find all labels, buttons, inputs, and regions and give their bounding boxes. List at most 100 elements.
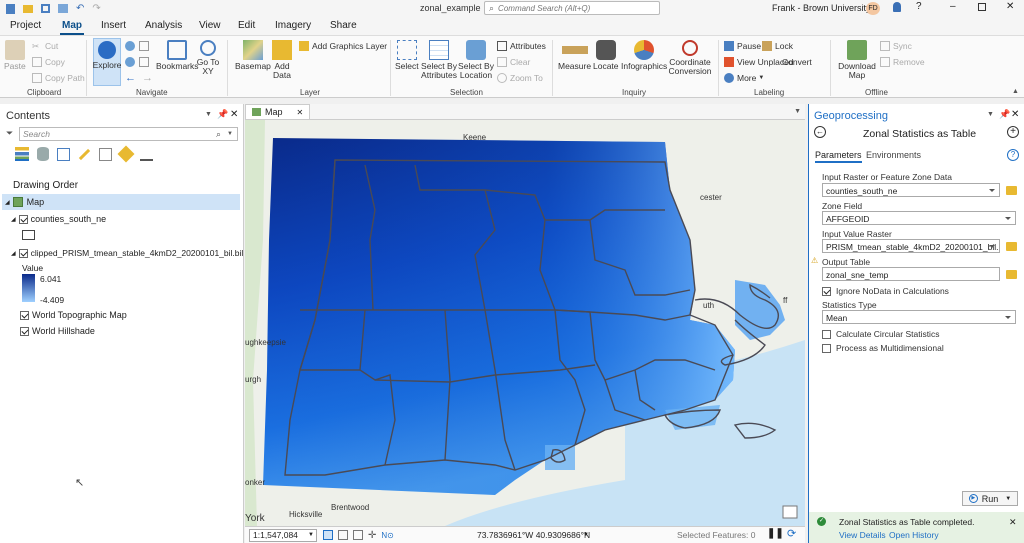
collapse-icon[interactable]: ◢ [5, 199, 10, 206]
ignore-nodata-checkbox[interactable]: Ignore NoData in Calculations [822, 286, 949, 296]
locate-button[interactable]: Locate [593, 40, 619, 71]
collapse-icon[interactable]: ◢ [11, 216, 16, 223]
convert-button[interactable]: Convert [782, 58, 812, 67]
new-project-icon[interactable] [6, 3, 15, 14]
output-table-input[interactable]: zonal_sne_temp [822, 267, 1000, 281]
zoom-out-icon[interactable] [139, 57, 149, 67]
close-icon[interactable]: ✕ [1006, 1, 1014, 12]
explore-button[interactable]: Explore [93, 38, 121, 86]
copy-path-button[interactable]: Copy Path [32, 73, 85, 83]
map-layer-item[interactable]: ◢ Map [2, 194, 240, 210]
charts-view-icon[interactable] [140, 148, 153, 161]
browse-folder-icon[interactable] [1006, 186, 1017, 195]
layer-hillshade[interactable]: World Hillshade [20, 326, 95, 336]
tab-share[interactable]: Share [330, 20, 357, 31]
redo-icon[interactable]: ↷ [92, 3, 100, 14]
map-overlay-widget[interactable] [782, 505, 798, 519]
checkbox-unchecked[interactable] [822, 329, 831, 339]
snapping-icon[interactable] [99, 147, 112, 161]
layer-visibility-checkbox[interactable] [20, 326, 29, 336]
layer-topo[interactable]: World Topographic Map [20, 310, 127, 320]
close-pane-icon[interactable]: ✕ [1011, 109, 1019, 120]
north-arrow-icon[interactable]: N⊙ [381, 531, 393, 540]
command-search[interactable]: ⌕ Command Search (Alt+Q) [484, 1, 660, 15]
tab-analysis[interactable]: Analysis [145, 20, 182, 31]
tab-imagery[interactable]: Imagery [275, 20, 311, 31]
search-options-icon[interactable]: ▼ [227, 131, 233, 137]
cut-button[interactable]: ✂ Cut [32, 41, 58, 51]
undo-icon[interactable]: ↶ [76, 3, 84, 14]
legend-color-ramp[interactable] [22, 274, 35, 302]
contents-search-input[interactable]: Search ⌕ ▼ [19, 127, 238, 141]
map-canvas[interactable]: Keene cester uth ff ughkeepsie urgh onke… [245, 120, 805, 526]
select-by-attributes-button[interactable]: Select By Attributes [421, 40, 457, 80]
sync-button[interactable]: Sync [880, 41, 912, 51]
drawing-order-icon[interactable] [15, 147, 29, 161]
run-button[interactable]: ▶ Run ▼ [962, 491, 1018, 506]
go-to-xy-button[interactable]: Go To XY [196, 40, 220, 76]
lock-button[interactable]: Lock [762, 41, 793, 51]
tab-edit[interactable]: Edit [238, 20, 255, 31]
tab-map[interactable]: Map [62, 20, 82, 31]
pin-icon[interactable]: 📌 [999, 109, 1010, 120]
tab-parameters[interactable]: Parameters [815, 150, 862, 163]
pane-menu-icon[interactable]: ▼ [205, 111, 212, 118]
browse-folder-icon[interactable] [1006, 270, 1017, 279]
clear-button[interactable]: Clear [497, 57, 530, 67]
basemap-button[interactable]: Basemap [235, 40, 271, 71]
layer-counties[interactable]: ◢ counties_south_ne [11, 214, 106, 224]
view-details-link[interactable]: View Details [839, 530, 886, 540]
back-icon[interactable]: ← [814, 126, 826, 138]
notification-icon[interactable] [893, 2, 901, 12]
checkbox-checked[interactable] [822, 286, 831, 296]
remove-button[interactable]: Remove [880, 57, 925, 67]
filter-icon[interactable]: ⏷ [6, 128, 13, 139]
copy-button[interactable]: Copy [32, 57, 65, 67]
help-icon[interactable]: ? [916, 1, 922, 12]
circular-statistics-checkbox[interactable]: Calculate Circular Statistics [822, 329, 939, 339]
avatar[interactable]: FD [866, 2, 880, 15]
multidimensional-checkbox[interactable]: Process as Multidimensional [822, 343, 944, 353]
collapse-ribbon-icon[interactable]: ▲ [1012, 88, 1019, 95]
checkbox-unchecked[interactable] [822, 343, 831, 353]
layer-raster[interactable]: ◢ clipped_PRISM_tmean_stable_4kmD2_20200… [11, 248, 243, 258]
tab-environments[interactable]: Environments [866, 150, 921, 160]
open-map-icon[interactable] [58, 4, 68, 13]
save-icon[interactable] [41, 4, 50, 13]
map-overlay-icon[interactable] [782, 505, 798, 519]
add-icon[interactable]: + [1007, 126, 1019, 138]
pin-icon[interactable]: 📌 [217, 109, 228, 120]
infographics-button[interactable]: Infographics [621, 40, 667, 71]
labeling-view-icon[interactable] [117, 145, 135, 163]
refresh-icon[interactable]: ⟳ [787, 527, 796, 540]
grid-icon[interactable] [323, 530, 333, 540]
tab-project[interactable]: Project [10, 20, 41, 31]
input-raster-field[interactable]: counties_south_ne [822, 183, 1000, 197]
layer-visibility-checkbox[interactable] [20, 310, 29, 320]
lock-extent-icon[interactable] [353, 530, 363, 540]
open-folder-icon[interactable] [23, 4, 33, 13]
zoom-to-button[interactable]: Zoom To [497, 73, 543, 83]
fixed-zoom-icon[interactable] [139, 41, 149, 51]
editing-icon[interactable] [78, 148, 91, 160]
tab-view[interactable]: View [199, 20, 221, 31]
help-icon[interactable]: ? [1007, 149, 1019, 161]
coordinate-conversion-button[interactable]: Coordinate Conversion [667, 40, 713, 76]
next-extent-icon[interactable]: → [142, 72, 153, 84]
previous-extent-icon[interactable]: ← [125, 72, 136, 84]
data-source-icon[interactable] [37, 147, 49, 161]
input-value-raster-field[interactable]: PRISM_tmean_stable_4kmD2_20200101_bil.bi… [822, 239, 1000, 253]
full-extent-icon[interactable] [125, 41, 135, 51]
select-by-location-button[interactable]: Select By Location [458, 40, 494, 80]
layer-visibility-checkbox[interactable] [18, 214, 28, 224]
browse-folder-icon[interactable] [1006, 242, 1017, 251]
measure-button[interactable]: Measure [558, 40, 591, 71]
more-button[interactable]: More ▼ [724, 73, 764, 83]
pane-menu-icon[interactable]: ▼ [987, 111, 994, 118]
open-history-link[interactable]: Open History [889, 530, 939, 540]
zoom-in-icon[interactable] [125, 57, 135, 67]
zone-field-select[interactable]: AFFGEOID [822, 211, 1016, 225]
scale-selector[interactable]: 1:1,547,084 ▼ [249, 528, 317, 542]
bookmarks-button[interactable]: Bookmarks [156, 40, 199, 71]
select-button[interactable]: Select [395, 40, 419, 71]
